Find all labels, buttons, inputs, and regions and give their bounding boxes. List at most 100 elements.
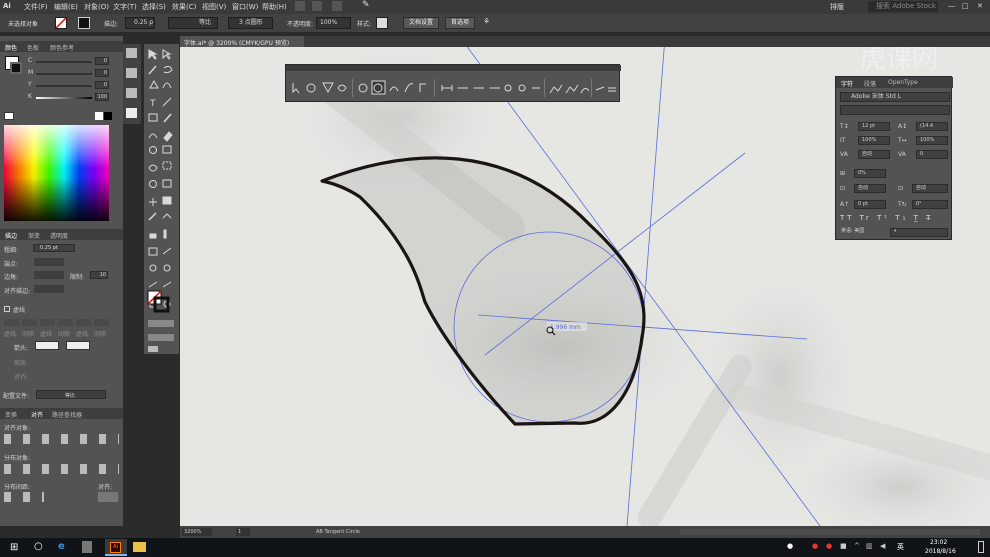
clock-date[interactable]: 2018/8/16: [925, 548, 956, 555]
opacity-input[interactable]: 100%: [316, 17, 351, 29]
brush-icon[interactable]: ✎: [362, 0, 370, 10]
font-style-select[interactable]: [840, 105, 950, 115]
tab-stroke[interactable]: 描边: [5, 231, 17, 240]
graphic-style-swatch[interactable]: [376, 17, 388, 29]
tray-up-icon[interactable]: ^: [854, 542, 860, 550]
file-explorer-icon[interactable]: [133, 542, 146, 552]
menu-view[interactable]: 视图(V): [202, 2, 226, 12]
menu-select[interactable]: 选择(S): [142, 2, 166, 12]
cortana-search-icon[interactable]: ○: [34, 541, 43, 552]
document-tab[interactable]: 字体.ai* @ 3200% (CMYK/GPU 预览): [180, 36, 304, 47]
minimize-icon[interactable]: —: [948, 2, 955, 10]
channel-k-slider[interactable]: [36, 97, 92, 99]
menu-edit[interactable]: 编辑(E): [54, 2, 78, 12]
aki-right-select[interactable]: 自动: [912, 184, 948, 193]
layers-icon[interactable]: [126, 48, 137, 58]
color-spectrum[interactable]: [4, 125, 109, 221]
tray-icon-2[interactable]: ●: [826, 542, 832, 550]
preferences-button[interactable]: 首选项: [445, 17, 475, 29]
close-icon[interactable]: ✕: [977, 2, 983, 10]
cap-buttons[interactable]: [34, 258, 64, 266]
tab-align[interactable]: 对齐: [31, 410, 43, 419]
edge-browser-icon[interactable]: e: [58, 541, 65, 552]
tab-transparency[interactable]: 透明度: [50, 231, 68, 240]
channel-c-input[interactable]: 0: [95, 57, 109, 65]
tsume-input[interactable]: 0%: [854, 169, 886, 178]
workspace-switcher[interactable]: 排版: [830, 2, 844, 12]
tab-color[interactable]: 颜色: [5, 43, 17, 52]
stroke-swatch[interactable]: [78, 17, 90, 29]
artboards-icon[interactable]: [126, 88, 137, 98]
clock-time[interactable]: 23:02: [930, 539, 947, 546]
menu-file[interactable]: 文件(F): [24, 2, 48, 12]
profile-select[interactable]: 等比: [36, 390, 106, 399]
layout-icon[interactable]: [332, 1, 342, 11]
stroke-color-box[interactable]: [10, 62, 22, 74]
antialias-select[interactable]: ª: [890, 228, 948, 237]
calculator-icon[interactable]: [82, 541, 92, 553]
tray-icon-3[interactable]: ■: [840, 542, 847, 550]
distribute-object-buttons[interactable]: [4, 464, 119, 474]
taskbar-illustrator-button[interactable]: Ai: [105, 539, 127, 556]
menu-help[interactable]: 帮助(H): [262, 2, 287, 12]
tab-color-guide[interactable]: 颜色参考: [50, 43, 74, 52]
variable-width-profile[interactable]: 等比: [168, 17, 218, 29]
horizontal-scale-input[interactable]: 100%: [916, 136, 948, 145]
leading-input[interactable]: (14.4: [916, 122, 948, 131]
arrowhead-start-select[interactable]: [35, 341, 59, 350]
notifications-icon[interactable]: [978, 541, 984, 553]
tab-paragraph[interactable]: 段落: [864, 79, 876, 88]
font-family-select[interactable]: Adobe 宋体 Std L: [840, 92, 950, 102]
wechat-tray-icon[interactable]: ●: [787, 542, 793, 550]
align-options-icon[interactable]: ⚘: [483, 17, 490, 26]
channel-y-slider[interactable]: [36, 85, 92, 87]
aki-left-select[interactable]: 自动: [854, 184, 886, 193]
weight-input[interactable]: 0.25 pt: [33, 244, 75, 252]
horizontal-scrollbar[interactable]: [680, 529, 980, 535]
tab-swatches[interactable]: 色板: [27, 43, 39, 52]
channel-c-slider[interactable]: [36, 61, 92, 63]
vertical-scale-input[interactable]: 100%: [858, 136, 890, 145]
tab-transform[interactable]: 变换: [5, 410, 17, 419]
tools-grid[interactable]: T: [144, 44, 179, 354]
maximize-icon[interactable]: □: [962, 2, 969, 10]
corner-buttons[interactable]: [34, 271, 64, 279]
distribute-spacing-buttons[interactable]: [4, 492, 44, 502]
zoom-input[interactable]: 3200%: [182, 528, 212, 536]
tab-character[interactable]: 字符: [841, 79, 853, 88]
input-method[interactable]: 英: [897, 542, 904, 552]
artboard-number-input[interactable]: 1: [236, 528, 250, 536]
align-stroke-buttons[interactable]: [34, 285, 64, 293]
tab-opentype[interactable]: OpenType: [888, 79, 918, 86]
tear-off-tools[interactable]: [286, 73, 621, 103]
channel-k-input[interactable]: 100: [95, 93, 109, 101]
tab-gradient[interactable]: 渐变: [28, 231, 40, 240]
tracking-input[interactable]: 0: [916, 150, 948, 159]
limit-input[interactable]: 10: [90, 271, 108, 279]
bridge-icon[interactable]: [295, 1, 305, 11]
baseline-input[interactable]: 0 pt: [854, 200, 886, 209]
image-trace-icon[interactable]: [126, 108, 137, 118]
font-size-input[interactable]: 12 pt: [858, 122, 890, 131]
channel-m-input[interactable]: 0: [95, 69, 109, 77]
brush-definition[interactable]: 3 点圆形: [228, 17, 273, 29]
arrange-docs-icon[interactable]: [312, 1, 322, 11]
align-object-buttons[interactable]: [4, 434, 119, 444]
align-to-button[interactable]: [98, 492, 118, 502]
channel-m-slider[interactable]: [36, 73, 92, 75]
channel-y-input[interactable]: 0: [95, 81, 109, 89]
dashed-checkbox[interactable]: [4, 306, 10, 312]
kerning-input[interactable]: 自动: [858, 150, 890, 159]
volume-icon[interactable]: ◀: [880, 542, 885, 550]
fill-swatch[interactable]: [55, 17, 67, 29]
language-select[interactable]: 英语: 美国: [840, 228, 884, 237]
menu-object[interactable]: 对象(O): [84, 2, 109, 12]
rotation-input[interactable]: 0°: [912, 200, 948, 209]
dash-fields[interactable]: [4, 319, 114, 329]
menu-type[interactable]: 文字(T): [113, 2, 137, 12]
text-style-buttons[interactable]: TT Tr T¹ T₁ T̲ T̶: [840, 214, 948, 223]
white-swatch[interactable]: [95, 112, 103, 120]
tray-icon-1[interactable]: ●: [812, 542, 818, 550]
menu-effect[interactable]: 效果(C): [172, 2, 196, 12]
tab-pathfinder[interactable]: 路径查找器: [52, 410, 82, 419]
